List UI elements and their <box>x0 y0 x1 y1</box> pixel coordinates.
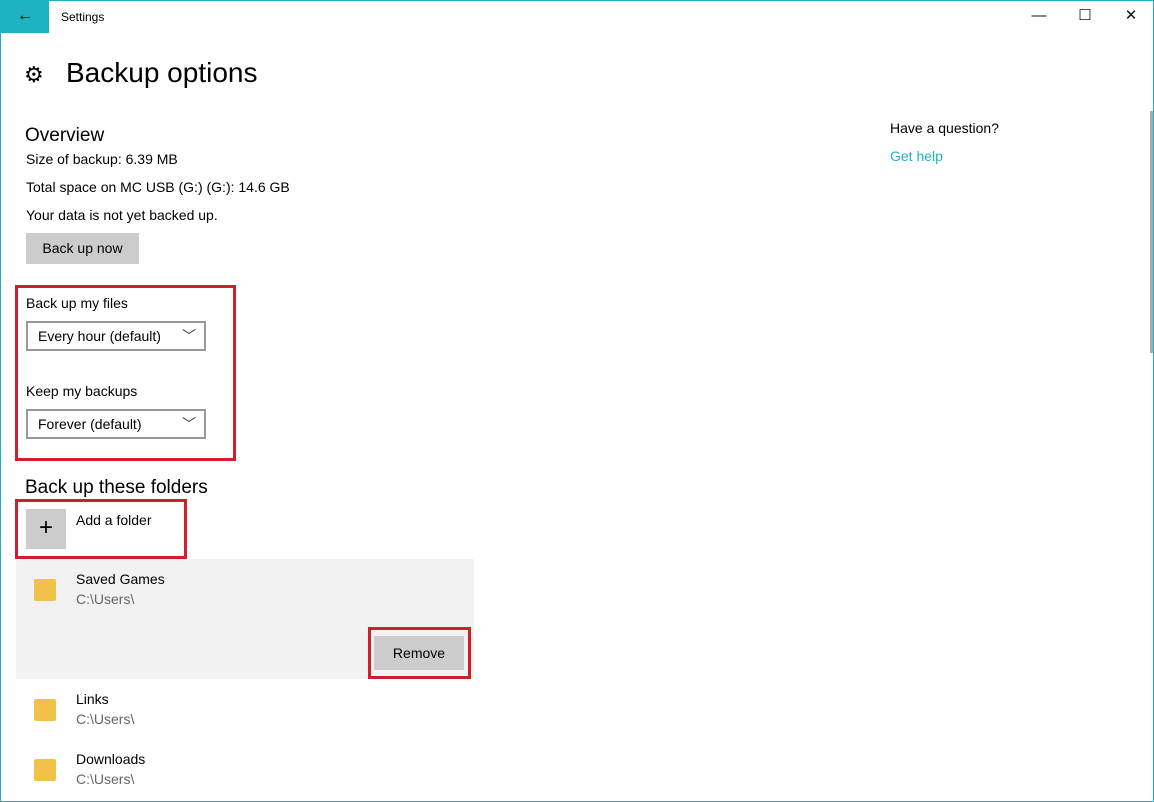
add-folder-button[interactable]: + Add a folder <box>26 509 176 549</box>
minimize-button[interactable]: — <box>1016 1 1062 33</box>
backup-size: Size of backup: 6.39 MB <box>26 151 178 167</box>
total-space: Total space on MC USB (G:) (G:): 14.6 GB <box>26 179 290 195</box>
folders-heading: Back up these folders <box>25 477 208 498</box>
close-button[interactable]: ✕ <box>1108 1 1154 33</box>
backup-frequency-dropdown[interactable]: Every hour (default) ﹀ <box>26 321 206 351</box>
scrollbar[interactable] <box>1150 111 1153 353</box>
chevron-down-icon: ﹀ <box>182 328 196 344</box>
backup-frequency-label: Back up my files <box>26 295 128 311</box>
folder-path: C:\Users\ <box>76 711 135 727</box>
remove-button[interactable]: Remove <box>374 636 464 670</box>
help-question: Have a question? <box>890 120 999 136</box>
dropdown-value: Forever (default) <box>38 416 142 432</box>
folder-item[interactable]: Links C:\Users\ <box>16 681 474 741</box>
plus-icon: + <box>26 509 66 549</box>
overview-heading: Overview <box>25 125 105 146</box>
page-title: Backup options <box>66 57 258 88</box>
back-arrow-icon: ← <box>17 7 33 24</box>
folder-path: C:\Users\ <box>76 771 135 787</box>
keep-backups-label: Keep my backups <box>26 383 138 399</box>
folder-name: Saved Games <box>76 571 165 587</box>
keep-backups-dropdown[interactable]: Forever (default) ﹀ <box>26 409 206 439</box>
add-folder-label: Add a folder <box>76 512 152 528</box>
backup-status: Your data is not yet backed up. <box>26 207 218 223</box>
back-up-now-button[interactable]: Back up now <box>26 233 139 264</box>
folder-name: Links <box>76 691 109 707</box>
maximize-button[interactable]: ☐ <box>1062 1 1108 33</box>
gear-icon: ⚙ <box>24 62 44 87</box>
dropdown-value: Every hour (default) <box>38 328 161 344</box>
saved-games-folder-icon <box>34 579 56 601</box>
folder-name: Downloads <box>76 751 146 767</box>
chevron-down-icon: ﹀ <box>182 416 196 432</box>
back-button[interactable]: ← <box>1 1 49 33</box>
window-title: Settings <box>61 10 105 24</box>
links-folder-icon <box>34 699 56 721</box>
folder-path: C:\Users\ <box>76 591 135 607</box>
folder-item[interactable]: Downloads C:\Users\ <box>16 741 474 801</box>
downloads-folder-icon <box>34 759 56 781</box>
title-bar: ← Settings — ☐ ✕ <box>1 1 1153 33</box>
get-help-link[interactable]: Get help <box>890 148 943 164</box>
